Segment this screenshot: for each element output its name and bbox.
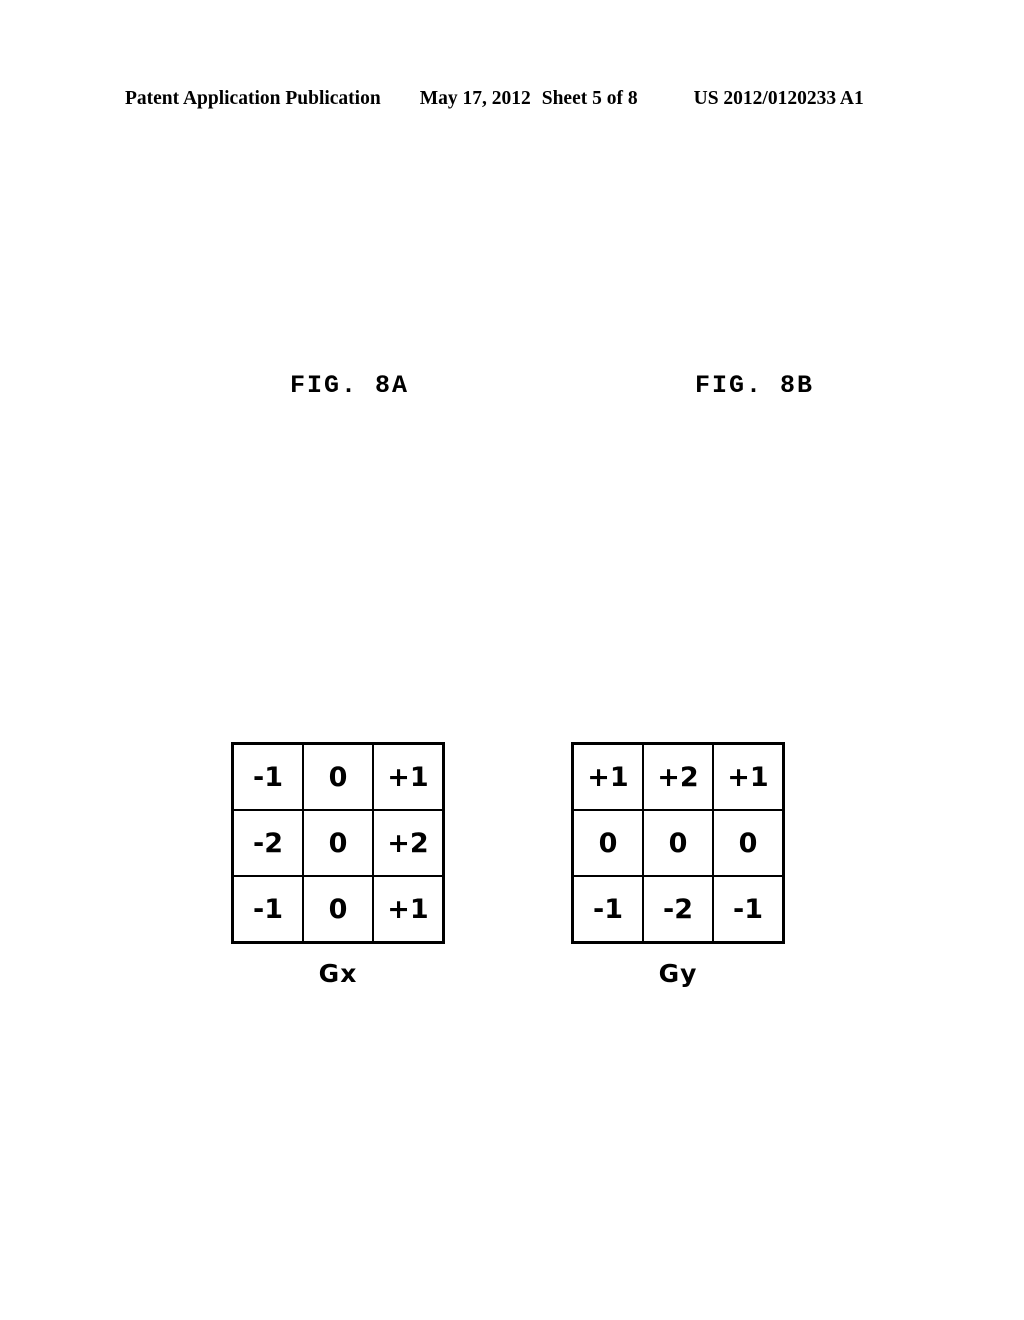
sobel-kernel-gy-table: +1 +2 +1 0 0 0 -1 -2 -1 bbox=[571, 742, 785, 944]
table-row: -1 0 +1 bbox=[231, 742, 445, 811]
figure-title-8b: FIG. 8B bbox=[695, 371, 815, 400]
matrix-cell: +1 bbox=[372, 875, 445, 944]
matrix-cell: +2 bbox=[642, 742, 714, 811]
matrix-cell: -1 bbox=[231, 742, 304, 811]
header-sheet-number: Sheet 5 of 8 bbox=[541, 88, 638, 109]
matrix-cell: -1 bbox=[712, 875, 785, 944]
matrix-cell: 0 bbox=[302, 809, 374, 877]
matrix-cell: -1 bbox=[231, 875, 304, 944]
matrix-cell: -2 bbox=[231, 809, 304, 877]
page-header: Patent Application Publication May 17, 2… bbox=[125, 88, 900, 114]
figure-8b-matrix-block: +1 +2 +1 0 0 0 -1 -2 -1 Gy bbox=[571, 742, 785, 986]
matrix-cell: -1 bbox=[571, 875, 644, 944]
matrix-cell: -2 bbox=[642, 875, 714, 944]
matrix-cell: +1 bbox=[712, 742, 785, 811]
figure-8a-matrix-block: -1 0 +1 -2 0 +2 -1 0 +1 Gx bbox=[231, 742, 445, 986]
table-row: -1 -2 -1 bbox=[571, 875, 785, 944]
matrix-cell: 0 bbox=[642, 809, 714, 877]
matrix-cell: 0 bbox=[712, 809, 785, 877]
figure-title-8a: FIG. 8A bbox=[290, 371, 410, 400]
table-row: +1 +2 +1 bbox=[571, 742, 785, 811]
header-publication-date: May 17, 2012 bbox=[419, 88, 531, 109]
figure-8b-caption: Gy bbox=[658, 959, 698, 988]
table-row: -1 0 +1 bbox=[231, 875, 445, 944]
sobel-kernel-gx-table: -1 0 +1 -2 0 +2 -1 0 +1 bbox=[231, 742, 445, 944]
table-row: -2 0 +2 bbox=[231, 809, 445, 877]
header-document-number: US 2012/0120233 A1 bbox=[693, 88, 864, 109]
matrix-cell: +2 bbox=[372, 809, 445, 877]
matrix-cell: 0 bbox=[571, 809, 644, 877]
header-publication-label: Patent Application Publication bbox=[125, 88, 381, 109]
matrix-cell: +1 bbox=[372, 742, 445, 811]
matrix-cell: 0 bbox=[302, 875, 374, 944]
patent-drawing-page: Patent Application Publication May 17, 2… bbox=[0, 0, 1024, 1320]
table-row: 0 0 0 bbox=[571, 809, 785, 877]
matrix-cell: +1 bbox=[571, 742, 644, 811]
figure-8a-caption: Gx bbox=[318, 959, 358, 988]
matrix-cell: 0 bbox=[302, 742, 374, 811]
